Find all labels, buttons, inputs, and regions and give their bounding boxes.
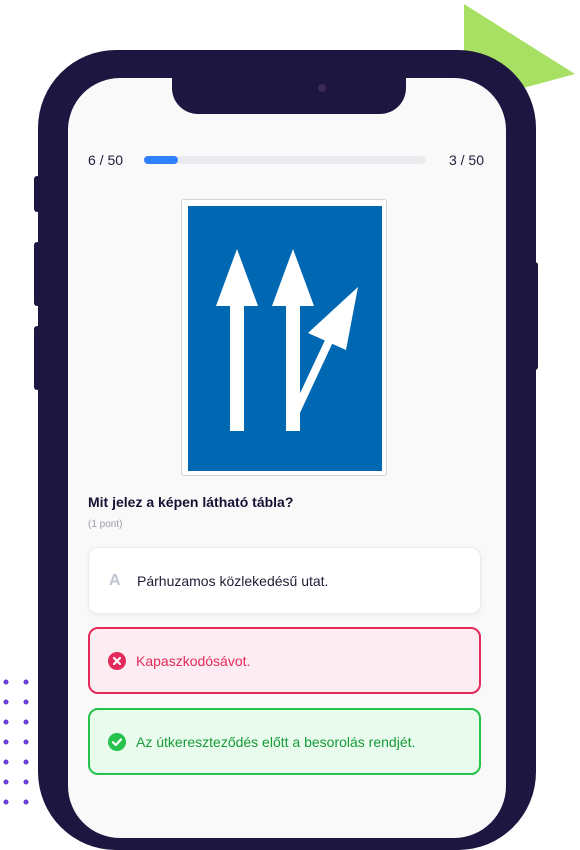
decorative-dot bbox=[23, 699, 29, 705]
progress-bar bbox=[144, 156, 426, 164]
answer-text: Párhuzamos közlekedésű utat. bbox=[137, 572, 329, 589]
lane-arrangement-sign-icon bbox=[188, 206, 382, 471]
question-points: (1 pont) bbox=[88, 519, 123, 530]
question-text: Mit jelez a képen látható tábla? bbox=[88, 494, 294, 510]
phone-volume-up-button bbox=[34, 242, 40, 306]
decorative-dot bbox=[3, 779, 9, 785]
question-counter: 6 / 50 bbox=[88, 152, 124, 168]
check-circle-icon bbox=[108, 732, 126, 751]
phone-volume-down-button bbox=[34, 326, 40, 390]
decorative-dot bbox=[23, 679, 29, 685]
decorative-dot bbox=[3, 799, 9, 805]
x-circle-icon bbox=[108, 651, 126, 670]
decorative-dot bbox=[3, 739, 9, 745]
decorative-dot bbox=[3, 679, 9, 685]
progress-row: 6 / 50 3 / 50 bbox=[88, 150, 484, 170]
answer-text: Az útkereszteződés előtt a besorolás ren… bbox=[136, 733, 416, 750]
progress-bar-fill bbox=[144, 156, 178, 164]
camera-icon bbox=[318, 84, 326, 92]
score-counter: 3 / 50 bbox=[448, 152, 484, 168]
answer-text: Kapaszkodósávot. bbox=[136, 652, 251, 669]
decorative-dot bbox=[23, 719, 29, 725]
decorative-dot bbox=[23, 779, 29, 785]
answer-letter: A bbox=[109, 571, 121, 589]
phone-notch bbox=[172, 50, 406, 114]
answer-option-wrong[interactable]: Kapaszkodósávot. bbox=[88, 627, 481, 694]
decorative-dot bbox=[23, 759, 29, 765]
decorative-dot bbox=[3, 699, 9, 705]
answer-option-correct[interactable]: Az útkereszteződés előtt a besorolás ren… bbox=[88, 708, 481, 775]
decorative-dot bbox=[3, 759, 9, 765]
decorative-dot bbox=[23, 799, 29, 805]
phone-mute-button bbox=[34, 176, 40, 212]
answer-option-a[interactable]: A Párhuzamos közlekedésű utat. bbox=[88, 547, 481, 614]
phone-power-button bbox=[532, 262, 538, 370]
question-image bbox=[181, 199, 387, 476]
decorative-dot bbox=[23, 739, 29, 745]
decorative-dot bbox=[3, 719, 9, 725]
